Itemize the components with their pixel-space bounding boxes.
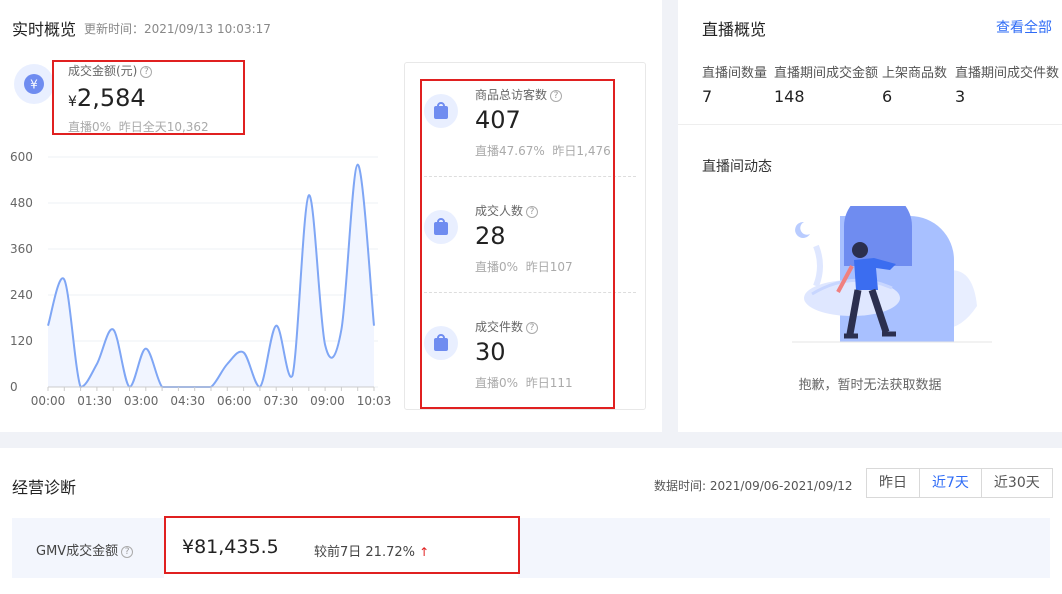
stat-live-gmv: 直播期间成交金额 148 [774,62,878,106]
yen-icon: ¥ [14,64,54,104]
stat-value: 6 [882,87,893,106]
x-tick-label: 01:30 [77,394,112,408]
stat-value: 148 [774,87,805,106]
stat-listed-products: 上架商品数 6 [882,62,947,106]
stat-label: 直播期间成交件数 [955,66,1060,81]
update-time: 更新时间：2021/09/13 10:03:17 [84,20,271,37]
y-tick-label: 600 [10,150,33,164]
dynamics-title: 直播间动态 [702,159,772,175]
help-icon[interactable]: ? [121,546,134,558]
highlight-box [164,516,520,574]
live-panel: 直播概览 查看全部 直播间数量 7 直播期间成交金额 148 上架商品数 6 直… [678,0,1062,432]
diagnosis-title: 经营诊断 [12,478,77,497]
gmv-diagnosis-label: GMV成交金额? [36,540,134,559]
series-area [48,164,374,387]
x-tick-label: 07:30 [264,394,299,408]
stat-label: 直播间数量 [702,66,768,81]
stat-value: 3 [955,87,966,106]
range-selector: 昨日 近7天 近30天 [866,468,1053,498]
gmv-trend-chart: 0 120 240 360 480 600 00:00 01:30 03:00 04:30 06:0… [10,150,392,408]
view-all-link[interactable]: 查看全部 [996,17,1052,37]
highlight-box [52,60,245,135]
realtime-panel: 实时概览 更新时间：2021/09/13 10:03:17 ¥ 成交金额(元)?… [0,0,662,432]
stat-value: 7 [702,87,713,106]
empty-text: 抱歉，暂时无法获取数据 [798,378,942,393]
live-title: 直播概览 [702,20,767,39]
x-tick-label: 00:00 [31,394,66,408]
y-tick-label: 360 [10,242,33,256]
stat-live-items: 直播期间成交件数 3 [955,62,1059,106]
x-tick-label: 03:00 [124,394,159,408]
y-tick-label: 480 [10,196,33,210]
update-time-value: 2021/09/13 10:03:17 [144,22,271,36]
stat-label: 直播期间成交金额 [774,66,879,81]
empty-illustration [792,206,992,343]
realtime-title: 实时概览 [12,20,77,39]
range-7days[interactable]: 近7天 [920,469,982,497]
highlight-box [420,79,615,409]
x-tick-label: 06:00 [217,394,252,408]
gmv-diagnosis-label-text: GMV成交金额 [36,544,119,559]
divider [678,124,1062,125]
x-tick-label: 10:03 [357,394,392,408]
y-tick-label: 120 [10,334,33,348]
y-tick-label: 240 [10,288,33,302]
date-range: 数据时间: 2021/09/06-2021/09/12 [654,477,853,494]
stat-label: 上架商品数 [882,66,948,81]
x-tick-label: 04:30 [170,394,205,408]
date-range-label: 数据时间: [654,479,707,493]
update-time-label: 更新时间： [84,22,145,36]
svg-text:¥: ¥ [30,78,38,92]
date-range-value: 2021/09/06-2021/09/12 [709,479,853,493]
x-tick-label: 09:00 [310,394,345,408]
stat-live-rooms: 直播间数量 7 [702,62,767,106]
range-yesterday[interactable]: 昨日 [867,469,920,497]
y-tick-label: 0 [10,380,18,394]
range-30days[interactable]: 近30天 [982,469,1052,497]
